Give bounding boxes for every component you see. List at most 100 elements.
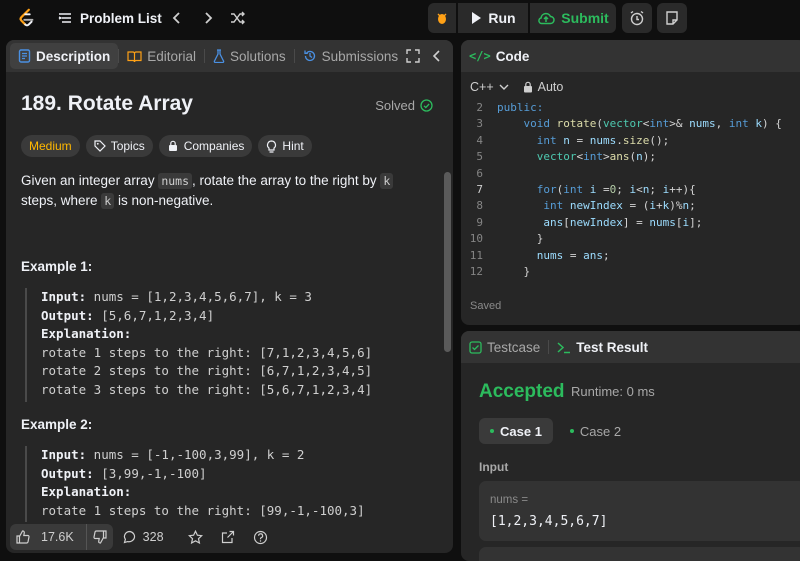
tab-description[interactable]: Description xyxy=(10,43,119,69)
tab-testcase[interactable]: Testcase xyxy=(461,331,548,363)
check-circle-icon xyxy=(420,99,433,112)
shuffle-icon[interactable] xyxy=(228,8,248,28)
pass-dot-icon xyxy=(490,429,494,433)
explanation-label: Explanation: xyxy=(41,326,132,341)
code-text: } xyxy=(497,264,531,278)
description-text: Given an integer array xyxy=(21,173,159,188)
help-button[interactable] xyxy=(253,530,268,545)
test-panel-header: Testcase Test Result xyxy=(461,331,800,363)
checkbox-icon xyxy=(469,340,482,354)
leetcode-logo-icon[interactable] xyxy=(16,7,38,29)
line-number: 11 xyxy=(469,248,483,262)
scrollbar-thumb[interactable] xyxy=(444,172,451,352)
run-button[interactable]: Run xyxy=(458,3,528,33)
tab-submissions[interactable]: Submissions xyxy=(295,40,407,72)
problem-description: Given an integer array nums, rotate the … xyxy=(21,171,431,211)
output-label: Output: xyxy=(41,465,94,481)
language-label: C++ xyxy=(470,80,494,94)
cloud-upload-icon xyxy=(538,12,556,25)
run-submit-group: Run Submit xyxy=(428,3,616,33)
description-tab-bar: Description Editorial Solutions Submissi… xyxy=(6,40,453,72)
code-line: 9 ans[newIndex] = nums[i]; xyxy=(461,215,800,231)
example-1-block: Input: nums = [1,2,3,4,5,6,7], k = 3 Out… xyxy=(25,288,435,402)
input-value: nums = [1,2,3,4,5,6,7], k = 3 xyxy=(86,289,312,304)
bug-icon xyxy=(437,13,447,24)
auto-mode[interactable]: Auto xyxy=(523,80,564,94)
runtime-text: Runtime: 0 ms xyxy=(571,384,655,399)
input-section-label: Input xyxy=(479,460,509,474)
next-input-box xyxy=(479,547,800,561)
tab-submissions-label: Submissions xyxy=(321,48,399,64)
problem-list-label: Problem List xyxy=(80,10,162,26)
tab-solutions-label: Solutions xyxy=(230,48,286,64)
problem-title: 189. Rotate Array xyxy=(21,92,193,115)
description-scrollbar[interactable] xyxy=(442,72,453,553)
case-1-tab[interactable]: Case 1 xyxy=(479,418,553,444)
code-text: } xyxy=(497,232,544,246)
lock-icon xyxy=(523,81,532,93)
difficulty-badge: Medium xyxy=(21,135,80,157)
dislike-button[interactable] xyxy=(85,524,113,550)
tab-solutions[interactable]: Solutions xyxy=(205,40,294,72)
tab-editorial-label: Editorial xyxy=(147,48,197,64)
input-box: nums = [1,2,3,4,5,6,7] xyxy=(479,481,800,541)
output-label: Output: xyxy=(41,307,94,323)
explanation-label: Explanation: xyxy=(41,484,132,499)
submit-button[interactable]: Submit xyxy=(530,3,616,33)
case-2-tab[interactable]: Case 2 xyxy=(559,418,632,444)
comment-icon xyxy=(123,530,135,544)
description-text: steps, where xyxy=(21,193,102,208)
next-problem-icon[interactable] xyxy=(198,8,218,28)
maximize-icon[interactable] xyxy=(406,49,420,66)
code-line: 12 } xyxy=(461,264,800,280)
inline-code: k xyxy=(380,173,394,189)
example-line: Input: nums = [-1,-100,3,99], k = 2 xyxy=(41,446,435,465)
code-line: 5 vector<int>ans(n); xyxy=(461,149,800,165)
code-editor[interactable]: 2 public: 3 void rotate(vector<int>& nums… xyxy=(461,100,800,280)
description-text: is non-negative. xyxy=(114,193,214,208)
companies-tag[interactable]: Companies xyxy=(158,135,253,157)
previous-problem-icon[interactable] xyxy=(167,8,187,28)
explanation-line: rotate 1 steps to the right: [7,1,2,3,4,… xyxy=(41,344,373,360)
tag-icon xyxy=(94,140,106,152)
share-button[interactable] xyxy=(221,530,235,544)
editor-toolbar: C++ Auto xyxy=(461,74,800,100)
language-select[interactable]: C++ xyxy=(470,80,509,94)
favorite-button[interactable] xyxy=(187,529,203,545)
case-tabs: Case 1 Case 2 xyxy=(479,418,632,444)
code-line: 4 int n = nums.size(); xyxy=(461,133,800,149)
tab-test-result-label: Test Result xyxy=(576,339,649,355)
explanation-line: rotate 1 steps to the right: [99,-1,-100… xyxy=(41,502,365,518)
comments-button[interactable]: 328 xyxy=(123,530,164,544)
case-label: Case 2 xyxy=(579,423,622,439)
play-icon xyxy=(472,12,482,24)
thumbs-down-icon xyxy=(93,530,107,544)
code-panel: </> Code C++ Auto 2 public: 3 void rotate… xyxy=(461,40,800,325)
run-label: Run xyxy=(488,10,516,26)
book-icon xyxy=(127,50,142,62)
code-line: 7 for(int i =0; i<n; i++){ xyxy=(461,182,800,198)
line-number: 12 xyxy=(469,264,483,278)
tab-code[interactable]: </> Code xyxy=(461,40,537,72)
flask-icon xyxy=(213,49,225,63)
collapse-panel-icon[interactable] xyxy=(432,49,442,66)
line-number: 9 xyxy=(476,215,483,229)
terminal-icon xyxy=(557,341,571,353)
tab-test-result[interactable]: Test Result xyxy=(549,331,656,363)
tab-editorial[interactable]: Editorial xyxy=(119,40,204,72)
notes-button[interactable] xyxy=(657,3,687,33)
code-brackets-icon: </> xyxy=(469,49,491,63)
timer-button[interactable] xyxy=(622,3,652,33)
code-line: 6 xyxy=(461,166,800,182)
auto-mode-label: Auto xyxy=(537,80,564,94)
example-2-block: Input: nums = [-1,-100,3,99], k = 2 Outp… xyxy=(25,446,435,522)
topics-tag[interactable]: Topics xyxy=(85,135,153,157)
solved-status: Solved xyxy=(375,98,433,113)
solved-label: Solved xyxy=(375,98,415,113)
problem-list-button[interactable]: Problem List xyxy=(58,8,162,28)
like-button[interactable]: 17.6K xyxy=(10,524,86,550)
line-number: 7 xyxy=(476,182,483,196)
line-number: 8 xyxy=(476,199,483,213)
debug-button[interactable] xyxy=(428,3,456,33)
hint-tag[interactable]: Hint xyxy=(258,135,312,157)
